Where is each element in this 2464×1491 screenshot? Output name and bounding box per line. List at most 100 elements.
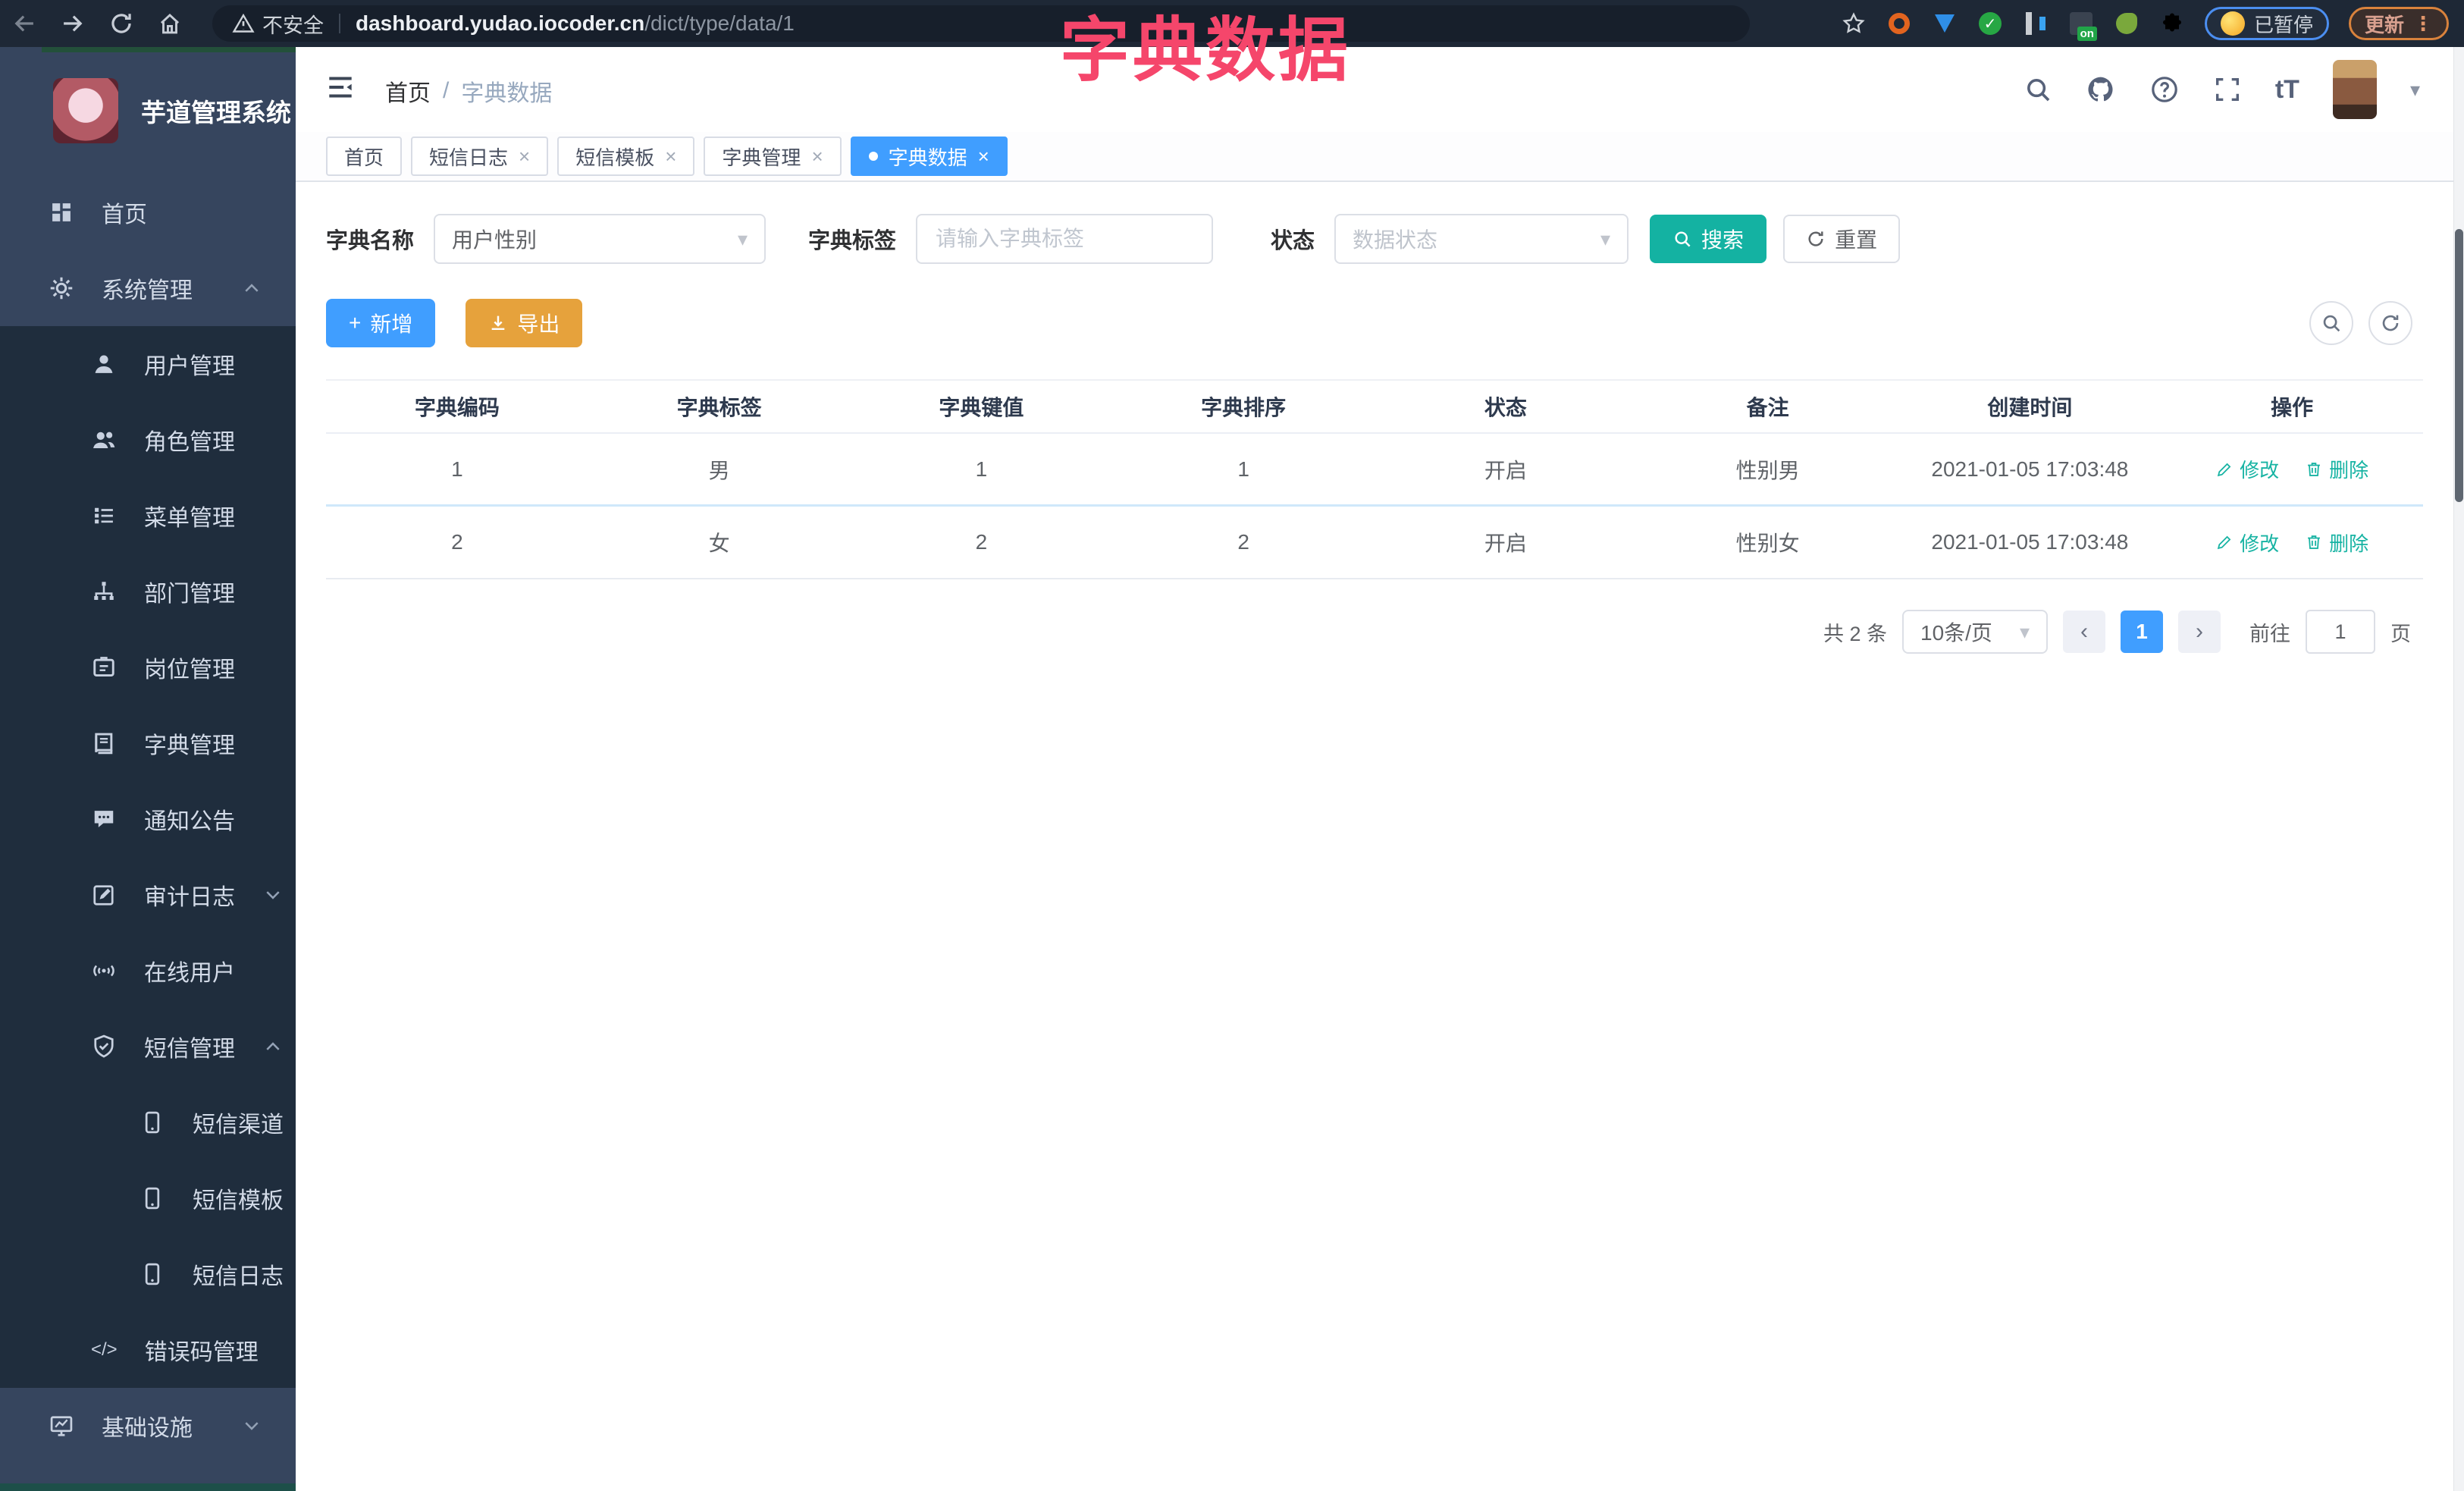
next-icon: › — [2196, 619, 2203, 644]
edit-link[interactable]: 修改 — [2215, 529, 2279, 557]
status-value: 开启 — [1484, 458, 1527, 482]
refresh-table-button[interactable] — [2368, 301, 2412, 345]
sidebar-item-online-users[interactable]: 在线用户 — [0, 933, 296, 1009]
sidebar-item-infrastructure[interactable]: 基础设施 — [0, 1388, 296, 1464]
dict-name-select[interactable]: 用户性别 ▾ — [434, 214, 766, 264]
tab-dict-data-active[interactable]: 字典数据 × — [850, 137, 1008, 176]
table-tools — [2309, 301, 2412, 345]
sidebar-bottom-strip — [0, 1483, 296, 1491]
close-icon[interactable]: × — [811, 145, 823, 168]
annotation-page-title: 字典数据 — [1060, 12, 1352, 89]
close-icon[interactable]: × — [665, 145, 676, 168]
add-button[interactable]: + 新增 — [326, 299, 436, 347]
browser-home-button[interactable] — [146, 0, 194, 47]
org-tree-icon — [91, 579, 117, 604]
page-scrollbar[interactable] — [2453, 47, 2464, 1491]
update-label: 更新 — [2364, 13, 2404, 36]
goto-page-input[interactable] — [2306, 610, 2375, 654]
sidebar-item-user-management[interactable]: 用户管理 — [0, 326, 296, 402]
tab-home[interactable]: 首页 — [326, 137, 403, 176]
extension-orange-ring-icon[interactable] — [1886, 11, 1912, 36]
app-title: 芋道管理系统 — [141, 99, 291, 127]
dict-tag-label: 字典标签 — [808, 229, 897, 253]
page-size-select[interactable]: 10条/页 ▾ — [1902, 610, 2048, 654]
tab-sms-log[interactable]: 短信日志 × — [411, 137, 549, 176]
select-caret-down-icon: ▾ — [1600, 227, 1611, 250]
status-select[interactable]: 数据状态 ▾ — [1334, 214, 1629, 264]
next-page-button[interactable]: › — [2178, 611, 2221, 653]
users-icon — [91, 427, 117, 453]
extension-on-badge-icon[interactable]: on — [2068, 11, 2097, 41]
browser-back-button[interactable] — [0, 0, 49, 47]
plus-icon: + — [349, 311, 362, 334]
profile-paused-badge[interactable]: 已暂停 — [2204, 7, 2329, 40]
sidebar: 芋道管理系统 首页 系统管理 用户管理 角色管理 菜单管理 部门管理 岗位管理 … — [0, 47, 296, 1491]
sidebar-item-audit-log[interactable]: 审计日志 — [0, 857, 296, 933]
tab-sms-template[interactable]: 短信模板 × — [557, 137, 695, 176]
github-icon[interactable] — [2086, 74, 2116, 105]
chevron-down-icon — [241, 1415, 262, 1436]
gear-icon — [49, 275, 74, 301]
browser-reload-button[interactable] — [97, 0, 146, 47]
page-unit-label: 页 — [2390, 622, 2411, 645]
trash-icon — [2305, 533, 2323, 551]
dict-tag-input[interactable] — [934, 226, 1196, 252]
extension-blue-gem-icon[interactable] — [1932, 11, 1958, 36]
export-button[interactable]: 导出 — [466, 299, 583, 347]
app-logo-row[interactable]: 芋道管理系统 — [0, 47, 296, 174]
extensions-puzzle-icon[interactable] — [2159, 11, 2185, 36]
sidebar-collapse-button[interactable] — [324, 71, 356, 107]
toggle-search-button[interactable] — [2309, 301, 2353, 345]
sidebar-item-system-management[interactable]: 系统管理 — [0, 250, 296, 326]
dict-name-label: 字典名称 — [326, 229, 415, 253]
active-tab-dot-icon — [868, 152, 878, 161]
sidebar-item-sms-channel[interactable]: 短信渠道 — [0, 1085, 296, 1160]
breadcrumb-home[interactable]: 首页 — [385, 74, 431, 108]
delete-link[interactable]: 删除 — [2305, 455, 2368, 483]
tab-dict-management[interactable]: 字典管理 × — [704, 137, 842, 176]
extension-green-check-icon[interactable]: ✓ — [1977, 11, 2003, 36]
sidebar-item-home[interactable]: 首页 — [0, 174, 296, 250]
close-icon[interactable]: × — [519, 145, 530, 168]
sidebar-item-sms-management[interactable]: 短信管理 — [0, 1009, 296, 1085]
pen-square-icon — [91, 882, 117, 908]
search-icon[interactable] — [2024, 75, 2052, 104]
chrome-update-button[interactable]: 更新 ⋮ — [2348, 7, 2449, 40]
status-value: 开启 — [1484, 532, 1527, 555]
search-button[interactable]: 搜索 — [1650, 215, 1767, 263]
edit-pencil-icon — [2215, 533, 2234, 551]
browser-forward-button[interactable] — [49, 0, 97, 47]
extension-green-leaf-icon[interactable] — [2114, 11, 2140, 36]
sidebar-item-dict-management[interactable]: 字典管理 — [0, 705, 296, 781]
address-bar[interactable]: 不安全 dashboard.yudao.iocoder.cn /dict/typ… — [212, 5, 1750, 42]
table-row[interactable]: 1 男 1 1 开启 性别男 2021-01-05 17:03:48 修改 删除 — [326, 434, 2423, 507]
current-page-button[interactable]: 1 — [2121, 611, 2163, 653]
font-size-icon[interactable]: tT — [2275, 75, 2299, 105]
sidebar-item-sms-log[interactable]: 短信日志 — [0, 1236, 296, 1312]
book-icon — [91, 730, 117, 756]
bookmark-star-icon[interactable] — [1841, 11, 1867, 36]
sidebar-item-error-code[interactable]: </> 错误码管理 — [0, 1312, 296, 1388]
phone-icon — [140, 1261, 165, 1287]
sidebar-item-post-management[interactable]: 岗位管理 — [0, 629, 296, 705]
avatar-caret-down-icon[interactable]: ▾ — [2410, 78, 2420, 102]
prev-page-button[interactable]: ‹ — [2063, 611, 2105, 653]
filter-form: 字典名称 用户性别 ▾ 字典标签 状态 数据状态 ▾ 搜索 重置 — [326, 214, 2423, 264]
reset-button[interactable]: 重置 — [1783, 215, 1901, 263]
sidebar-item-notice[interactable]: 通知公告 — [0, 781, 296, 857]
fullscreen-icon[interactable] — [2213, 75, 2242, 104]
sidebar-item-dept-management[interactable]: 部门管理 — [0, 554, 296, 629]
not-secure-warning-icon — [232, 12, 255, 35]
edit-link[interactable]: 修改 — [2215, 455, 2279, 483]
table-row[interactable]: 2 女 2 2 开启 性别女 2021-01-05 17:03:48 修改 删除 — [326, 507, 2423, 579]
sidebar-item-sms-template[interactable]: 短信模板 — [0, 1160, 296, 1236]
sidebar-item-menu-management[interactable]: 菜单管理 — [0, 478, 296, 554]
delete-link[interactable]: 删除 — [2305, 529, 2368, 557]
help-icon[interactable] — [2149, 74, 2180, 105]
page-scrollbar-thumb[interactable] — [2455, 229, 2463, 502]
close-icon[interactable]: × — [978, 145, 989, 168]
extension-toggles-icon[interactable] — [2023, 11, 2049, 36]
avatar[interactable] — [2332, 60, 2377, 119]
online-signal-icon — [91, 958, 117, 984]
sidebar-item-role-management[interactable]: 角色管理 — [0, 402, 296, 478]
